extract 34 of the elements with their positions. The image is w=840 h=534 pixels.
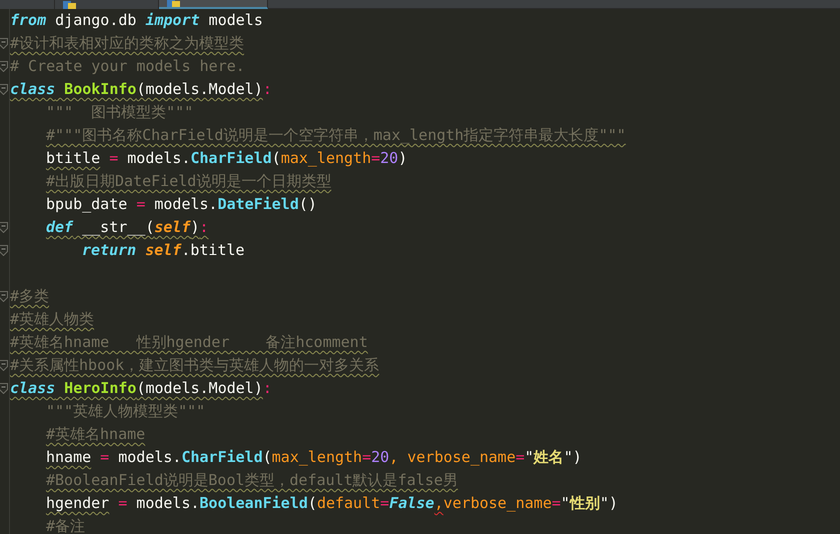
python-file-icon xyxy=(167,0,181,7)
code-line: #备注 xyxy=(46,517,86,534)
fold-marker-icon[interactable] xyxy=(0,222,8,233)
fold-marker-icon[interactable] xyxy=(0,360,8,371)
editor-tab[interactable] xyxy=(159,0,268,9)
code-line: return self.btitle xyxy=(82,241,245,259)
code-line: """ 图书模型类""" xyxy=(46,103,194,121)
code-line: from django.db import models xyxy=(10,11,263,29)
code-line: #多类 xyxy=(10,287,50,305)
fold-marker-icon[interactable] xyxy=(0,383,8,394)
fold-marker-icon[interactable] xyxy=(0,38,8,49)
code-line: #英雄名hname 性别hgender 备注hcomment xyxy=(10,333,368,351)
code-line: bpub_date = models.DateField() xyxy=(46,195,317,213)
editor-tab[interactable] xyxy=(55,0,159,9)
code-line: #设计和表相对应的类称之为模型类 xyxy=(10,34,244,52)
fold-marker-icon[interactable] xyxy=(0,61,8,72)
fold-marker-icon[interactable] xyxy=(0,84,8,95)
python-file-icon xyxy=(63,1,77,9)
code-line: btitle = models.CharField(max_length=20) xyxy=(46,149,408,167)
code-line: hname = models.CharField(max_length=20, verbose_name="姓名") xyxy=(46,448,582,466)
code-line: #英雄人物类 xyxy=(10,310,94,328)
code-line: #"""图书名称CharField说明是一个空字符串，max_length指定字符串最大长度""" xyxy=(46,126,626,144)
code-line: #出版日期DateField说明是一个日期类型 xyxy=(46,172,332,190)
fold-marker-icon[interactable] xyxy=(0,291,8,302)
code-line: class HeroInfo(models.Model): xyxy=(10,379,272,397)
code-line: hgender = models.BooleanField(default=False,verbose_name="性别") xyxy=(46,494,618,512)
code-line: """英雄人物模型类""" xyxy=(46,402,206,420)
code-line: def __str__(self): xyxy=(46,218,209,236)
code-line: # Create your models here. xyxy=(10,57,245,75)
code-line: #英雄名hname xyxy=(46,425,146,443)
fold-marker-icon[interactable] xyxy=(0,245,8,256)
code-line: class BookInfo(models.Model): xyxy=(10,80,272,98)
code-line: #关系属性hbook，建立图书类与英雄人物的一对多关系 xyxy=(10,356,380,374)
code-line: #BooleanField说明是Bool类型，default默认是false男 xyxy=(46,471,458,489)
